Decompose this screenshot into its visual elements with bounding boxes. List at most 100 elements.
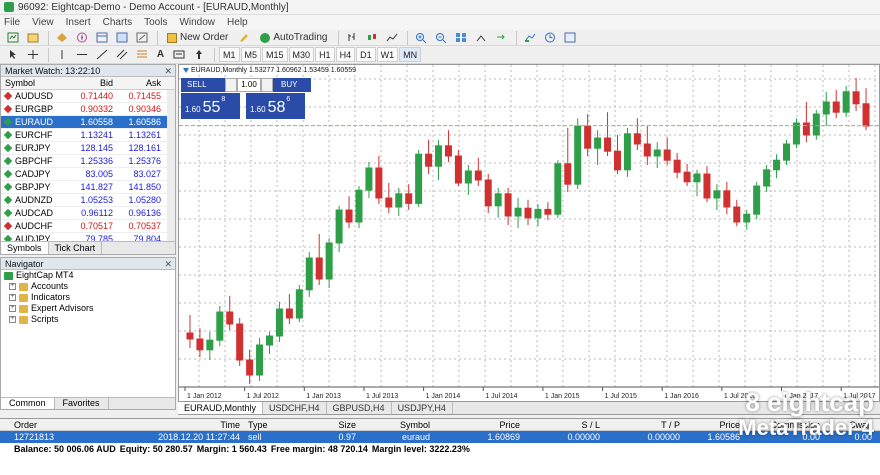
market-watch-row[interactable]: EURAUD 1.60558 1.60586	[1, 116, 175, 129]
sell-button[interactable]: SELL	[181, 78, 225, 92]
market-watch-row[interactable]: CADJPY 83.005 83.027	[1, 168, 175, 181]
channel-icon[interactable]	[113, 47, 131, 62]
navigator-icon[interactable]	[73, 30, 91, 45]
market-watch-row[interactable]: EURJPY 128.145 128.161	[1, 142, 175, 155]
fibonacci-icon[interactable]	[133, 47, 151, 62]
lot-increase-button[interactable]	[261, 78, 273, 92]
profiles-icon[interactable]	[24, 30, 42, 45]
line-chart-icon[interactable]	[383, 30, 401, 45]
timeframe-m30[interactable]: M30	[288, 47, 315, 62]
period-icon[interactable]	[541, 30, 559, 45]
vertical-line-icon[interactable]	[53, 47, 71, 62]
menu-insert[interactable]: Insert	[66, 17, 91, 28]
tile-windows-icon[interactable]	[452, 30, 470, 45]
tester-icon[interactable]	[133, 30, 151, 45]
market-watch-row[interactable]: AUDNZD 1.05253 1.05280	[1, 194, 175, 207]
expand-icon[interactable]: +	[9, 316, 16, 323]
market-watch-icon[interactable]	[53, 30, 71, 45]
expand-icon[interactable]: +	[9, 305, 16, 312]
navigator-expert-advisors[interactable]: + Expert Advisors	[1, 303, 175, 314]
timeframe-h1[interactable]: H1	[315, 47, 335, 62]
menu-charts[interactable]: Charts	[103, 17, 132, 28]
col-order[interactable]: Order	[0, 419, 140, 430]
market-watch-row[interactable]: GBPCHF 1.25336 1.25376	[1, 155, 175, 168]
market-watch-row[interactable]: EURCHF 1.13241 1.13261	[1, 129, 175, 142]
market-watch-row[interactable]: AUDCHF 0.70517 0.70537	[1, 220, 175, 233]
chart-tab-euraud-monthly[interactable]: EURAUD,Monthly	[178, 402, 264, 414]
arrows-icon[interactable]	[190, 47, 208, 62]
header-bid[interactable]: Bid	[69, 77, 117, 89]
market-watch-row[interactable]: AUDUSD 0.71440 0.71455	[1, 90, 175, 103]
timeframe-h4[interactable]: H4	[335, 47, 356, 62]
market-watch-scrollbar[interactable]	[167, 90, 175, 242]
tab-common[interactable]: Common	[1, 398, 55, 409]
chart-tab-usdchf-h4[interactable]: USDCHF,H4	[263, 402, 327, 414]
autotrading-button[interactable]: AutoTrading	[255, 30, 332, 45]
zoom-out-icon[interactable]	[432, 30, 450, 45]
timeframe-m1[interactable]: M1	[219, 47, 240, 62]
chart-tab-usdjpy-h4[interactable]: USDJPY,H4	[392, 402, 453, 414]
col-type[interactable]: Type	[244, 419, 296, 430]
navigator-root[interactable]: EightCap MT4	[1, 270, 175, 281]
timeframe-d1[interactable]: D1	[356, 47, 376, 62]
crosshair-icon[interactable]	[24, 47, 42, 62]
chart-shift-icon[interactable]	[472, 30, 490, 45]
market-watch-row[interactable]: GBPJPY 141.827 141.850	[1, 181, 175, 194]
timeframe-w1[interactable]: W1	[376, 47, 399, 62]
close-icon[interactable]: ✕	[164, 65, 172, 77]
col-tp[interactable]: T / P	[604, 419, 684, 430]
trendline-icon[interactable]	[93, 47, 111, 62]
buy-button[interactable]: BUY	[273, 78, 311, 92]
col-time[interactable]: Time	[140, 419, 244, 430]
new-order-button[interactable]: New Order	[162, 30, 233, 45]
market-watch-row[interactable]: AUDCAD 0.96112 0.96136	[1, 207, 175, 220]
menu-file[interactable]: File	[4, 17, 20, 28]
horizontal-line-icon[interactable]	[73, 47, 91, 62]
bar-chart-icon[interactable]	[343, 30, 361, 45]
new-chart-icon[interactable]	[4, 30, 22, 45]
timeframe-mn[interactable]: MN	[399, 47, 422, 62]
menu-tools[interactable]: Tools	[144, 17, 167, 28]
timeframe-m15[interactable]: M15	[262, 47, 288, 62]
candle	[763, 169, 771, 187]
expand-icon[interactable]: +	[9, 283, 16, 290]
menu-view[interactable]: View	[32, 17, 54, 28]
buy-price-box[interactable]: 1.60 58 6	[246, 93, 305, 119]
sell-price-box[interactable]: 1.60 55 8	[181, 93, 240, 119]
zoom-in-icon[interactable]	[412, 30, 430, 45]
close-icon[interactable]: ✕	[164, 258, 172, 270]
tab-favorites[interactable]: Favorites	[55, 398, 109, 409]
navigator-scripts[interactable]: + Scripts	[1, 314, 175, 325]
autoscroll-icon[interactable]	[492, 30, 510, 45]
chart-menu-icon[interactable]	[183, 68, 189, 73]
market-watch-row[interactable]: EURGBP 0.90332 0.90346	[1, 103, 175, 116]
indicators-icon[interactable]	[521, 30, 539, 45]
col-size[interactable]: Size	[296, 419, 360, 430]
col-price[interactable]: Price	[434, 419, 524, 430]
lot-decrease-button[interactable]	[225, 78, 237, 92]
terminal-icon[interactable]	[113, 30, 131, 45]
templates-icon[interactable]	[561, 30, 579, 45]
header-ask[interactable]: Ask	[117, 77, 165, 89]
text-tool-icon[interactable]: A	[153, 47, 168, 62]
candlestick-icon[interactable]	[363, 30, 381, 45]
navigator-indicators[interactable]: + Indicators	[1, 292, 175, 303]
tab-symbols[interactable]: Symbols	[1, 242, 49, 254]
chart-tab-gbpusd-h4[interactable]: GBPUSD,H4	[327, 402, 392, 414]
metaeditor-icon[interactable]	[235, 30, 253, 45]
cursor-icon[interactable]	[4, 47, 22, 62]
label-tool-icon[interactable]	[170, 47, 188, 62]
header-symbol[interactable]: Symbol	[1, 77, 69, 89]
scripts-icon	[19, 315, 28, 324]
col-sl[interactable]: S / L	[524, 419, 604, 430]
timeframe-m5[interactable]: M5	[240, 47, 262, 62]
tab-tick-chart[interactable]: Tick Chart	[49, 242, 103, 254]
col-symbol[interactable]: Symbol	[360, 419, 434, 430]
menu-window[interactable]: Window	[179, 17, 215, 28]
menu-help[interactable]: Help	[227, 17, 248, 28]
lot-size-input[interactable]: 1.00	[237, 78, 261, 92]
expand-icon[interactable]: +	[9, 294, 16, 301]
chart-window[interactable]: 1 Jan 2012 1 Jul 2012 1 Jan 2013 1 Jul 2013…	[178, 64, 880, 402]
data-window-icon[interactable]	[93, 30, 111, 45]
navigator-accounts[interactable]: + Accounts	[1, 281, 175, 292]
